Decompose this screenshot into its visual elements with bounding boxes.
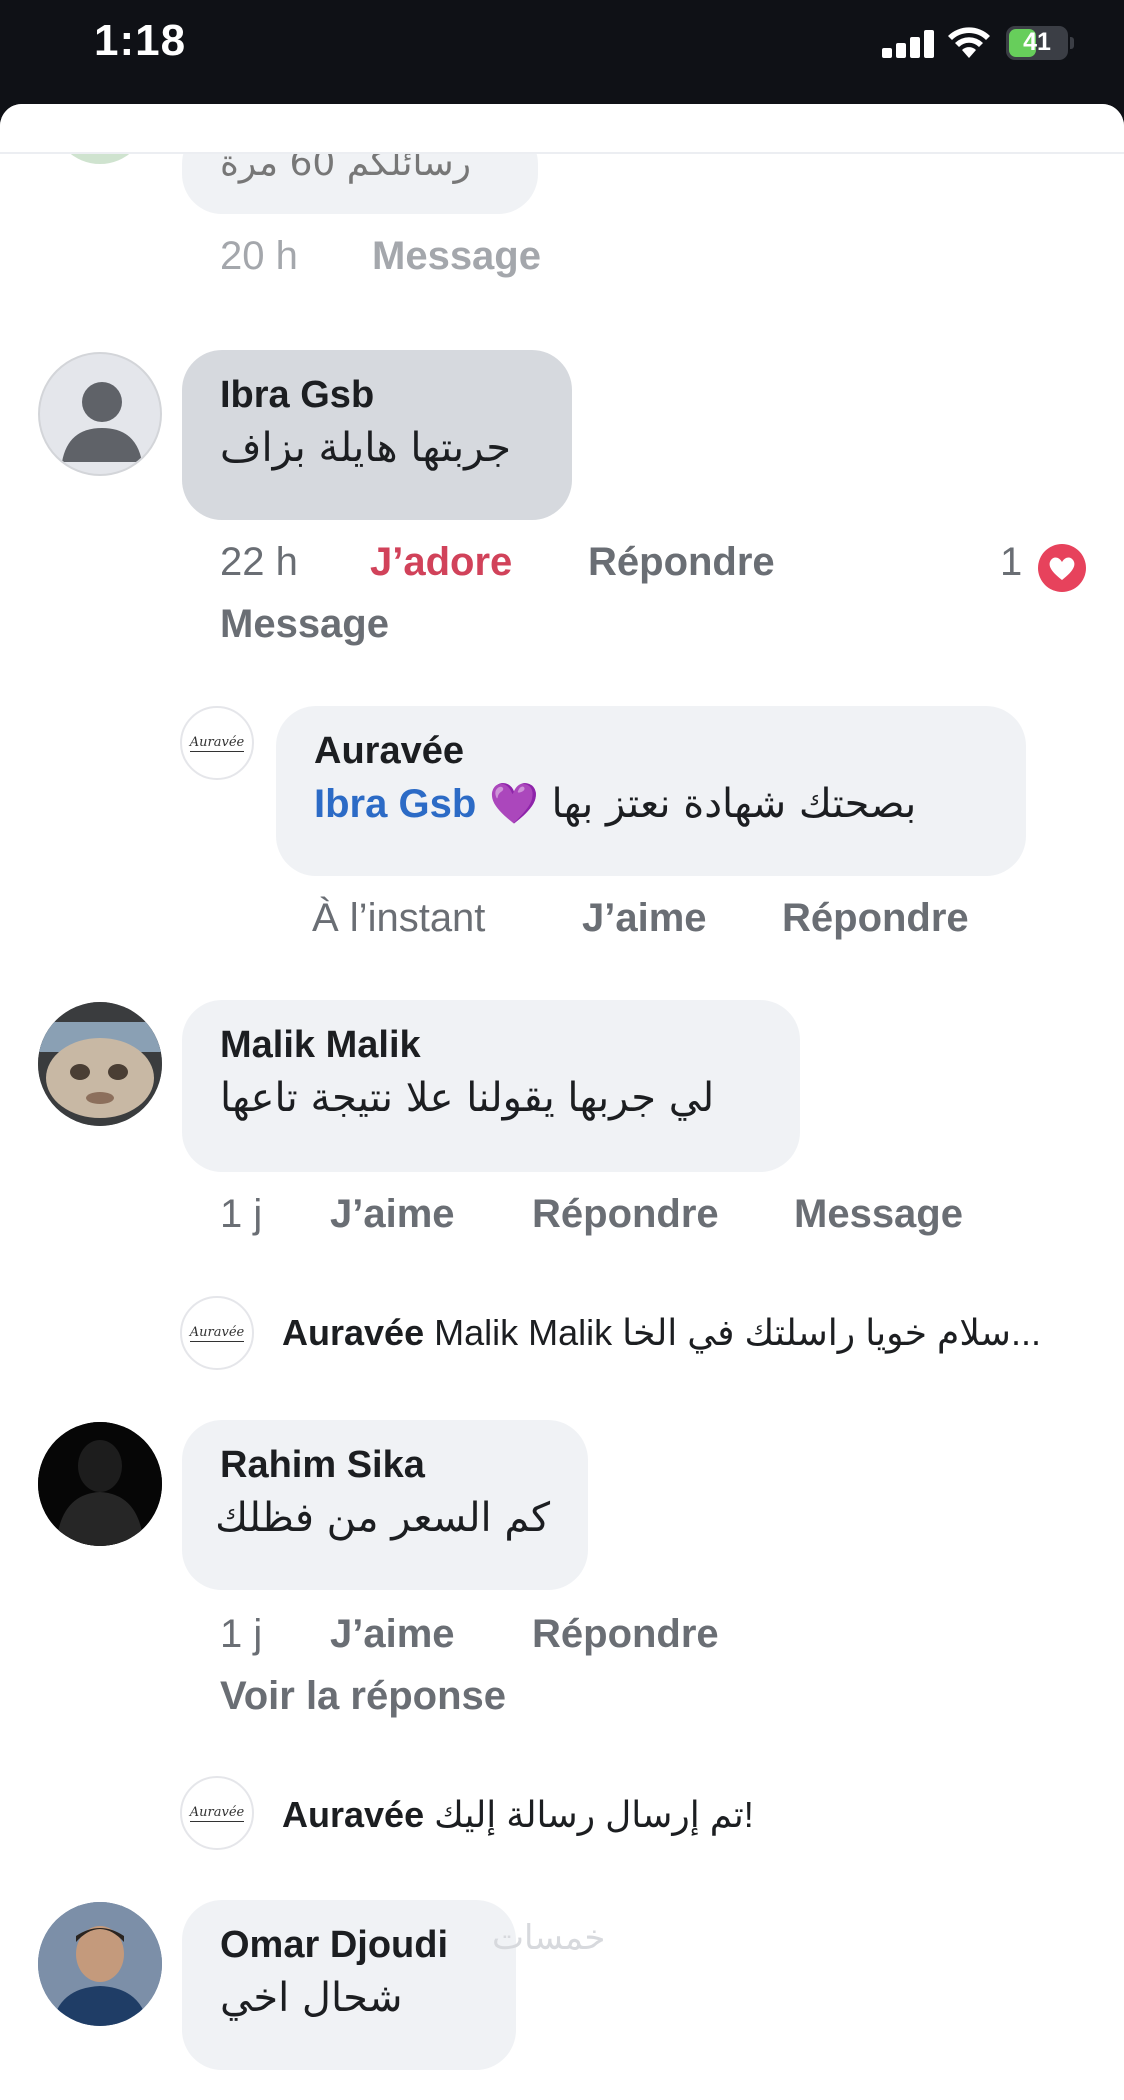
comment-text: جربتها هايلة بزاف (220, 425, 511, 471)
message-link[interactable]: Message (794, 1192, 963, 1237)
reply-message: بصحتك شهادة نعتز بها 💜 (488, 781, 917, 827)
sheet-header (0, 104, 1124, 154)
comment-text: كم السعر من فظلك (215, 1495, 550, 1541)
comment-bubble[interactable]: Omar Djoudi شحال اخي (182, 1900, 516, 2070)
comment-time[interactable]: 1 j (220, 1192, 262, 1237)
comment-bubble[interactable]: Ibra Gsb جربتها هايلة بزاف (182, 350, 572, 520)
page-logo: Auravée (189, 734, 245, 752)
message-link[interactable]: Message (220, 602, 389, 647)
reply-text: Ibra Gsb بصحتك شهادة نعتز بها 💜 (314, 774, 988, 834)
watermark: خمسات (492, 1918, 606, 1958)
comment-author[interactable]: Ibra Gsb (220, 372, 534, 418)
avatar[interactable] (38, 352, 162, 476)
avatar[interactable] (38, 1902, 162, 2026)
reply-author[interactable]: Auravée (282, 1794, 424, 1835)
comment-author[interactable]: Omar Djoudi (220, 1922, 478, 1968)
avatar[interactable] (38, 1422, 162, 1546)
page-logo: Auravée (189, 1804, 245, 1822)
view-reply-link[interactable]: Voir la réponse (220, 1674, 506, 1719)
reply-button[interactable]: Répondre (532, 1612, 719, 1657)
default-user-icon (62, 382, 142, 462)
collapsed-reply[interactable]: Auravée تم إرسال رسالة إليك! (282, 1794, 754, 1836)
profile-photo (38, 1002, 162, 1126)
comment-time[interactable]: 22 h (220, 540, 298, 585)
heart-reaction-icon (1038, 544, 1086, 592)
message-link[interactable]: Message (372, 234, 541, 279)
comment-actions: 1 j J’aime Répondre Voir la réponse (220, 1612, 920, 1722)
comment-author[interactable]: Rahim Sika (220, 1442, 550, 1488)
reaction-count[interactable]: 1 (1000, 540, 1022, 585)
profile-photo (38, 1422, 162, 1546)
reply-author[interactable]: Auravée (314, 728, 988, 774)
reply-preview: تم إرسال رسالة إليك! (434, 1794, 754, 1835)
cellular-signal-icon (882, 30, 934, 58)
like-button[interactable]: J’aime (330, 1612, 455, 1657)
reply-button[interactable]: Répondre (782, 896, 969, 941)
comment-bubble[interactable]: Rahim Sika كم السعر من فظلك (182, 1420, 588, 1590)
wifi-icon (948, 27, 990, 58)
mention-tag[interactable]: Ibra Gsb (314, 782, 476, 826)
reply-preview: Malik Malik سلام خويا راسلتك في الخا... (434, 1312, 1041, 1353)
avatar[interactable] (38, 1002, 162, 1126)
comment-time[interactable]: 1 j (220, 1612, 262, 1657)
comment-time[interactable]: 20 h (220, 234, 298, 279)
reply-author[interactable]: Auravée (282, 1312, 424, 1353)
like-button[interactable]: J’aime (582, 896, 707, 941)
page-avatar[interactable]: Auravée (180, 706, 254, 780)
reply-bubble[interactable]: Auravée Ibra Gsb بصحتك شهادة نعتز بها 💜 (276, 706, 1026, 876)
comment-actions: 22 h J’adore Répondre 1 Message (220, 540, 1100, 650)
battery-icon: 41 (1006, 26, 1074, 60)
reply-button[interactable]: Répondre (588, 540, 775, 585)
battery-level: 41 (1023, 28, 1051, 56)
collapsed-reply[interactable]: Auravée Malik Malik سلام خويا راسلتك في … (282, 1312, 1041, 1354)
comment-text: لي جربها يقولنا علا نتيجة تاعها (220, 1075, 715, 1121)
comment-bubble[interactable]: Malik Malik لي جربها يقولنا علا نتيجة تا… (182, 1000, 800, 1172)
comments-sheet[interactable]: رسائلكم 60 مرة 20 h Message Ibra Gsb جرب… (0, 104, 1124, 2100)
page-logo: Auravée (189, 1324, 245, 1342)
comment-author[interactable]: Malik Malik (220, 1022, 762, 1068)
page-avatar[interactable]: Auravée (180, 1776, 254, 1850)
status-time: 1:18 (94, 16, 187, 65)
comment-text: شحال اخي (220, 1975, 403, 2021)
like-button[interactable]: J’aime (330, 1192, 455, 1237)
status-bar: 1:18 41 (0, 0, 1124, 104)
reaction-button[interactable]: J’adore (370, 540, 512, 585)
page-avatar[interactable]: Auravée (180, 1296, 254, 1370)
reply-button[interactable]: Répondre (532, 1192, 719, 1237)
reply-time[interactable]: À l’instant (312, 896, 485, 941)
profile-photo (38, 1902, 162, 2026)
